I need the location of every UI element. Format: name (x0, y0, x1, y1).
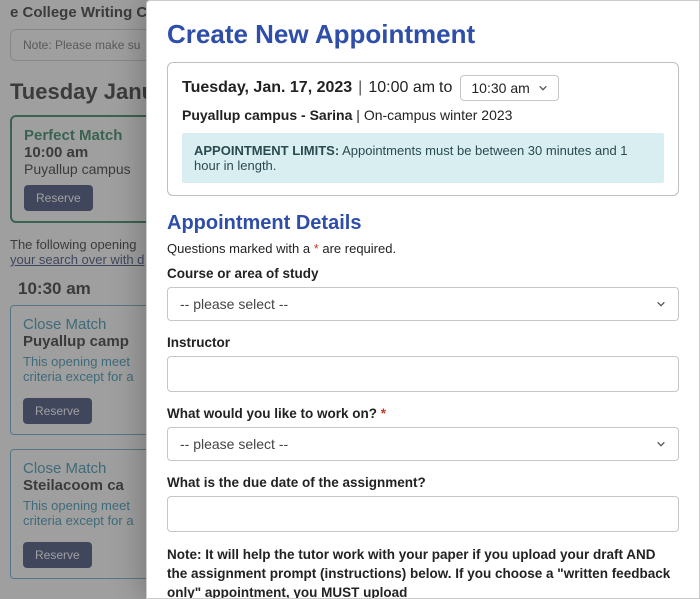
appointment-date: Tuesday, Jan. 17, 2023 (182, 79, 352, 97)
schedule-name: On-campus winter 2023 (364, 107, 513, 123)
date-time-row: Tuesday, Jan. 17, 2023 | 10:00 am to 10:… (182, 75, 664, 101)
work-label: What would you like to work on? * (167, 406, 679, 421)
limits-label: APPOINTMENT LIMITS: (194, 143, 339, 158)
due-date-input[interactable] (167, 496, 679, 532)
instructor-input[interactable] (167, 356, 679, 392)
due-date-field: What is the due date of the assignment? (167, 475, 679, 532)
work-select[interactable]: -- please select -- (167, 427, 679, 461)
end-time-select[interactable]: 10:30 am (460, 75, 558, 101)
appointment-summary-panel: Tuesday, Jan. 17, 2023 | 10:00 am to 10:… (167, 62, 679, 196)
upload-note: Note: It will help the tutor work with y… (167, 546, 679, 599)
work-field: What would you like to work on? * -- ple… (167, 406, 679, 461)
start-time: 10:00 am (368, 79, 435, 97)
upload-field: Note: It will help the tutor work with y… (167, 546, 679, 599)
course-select[interactable]: -- please select -- (167, 287, 679, 321)
chevron-down-icon (656, 299, 666, 309)
course-label: Course or area of study (167, 266, 679, 281)
to-label: to (439, 79, 452, 97)
chevron-down-icon (538, 83, 548, 93)
course-field: Course or area of study -- please select… (167, 266, 679, 321)
appointment-limits-banner: APPOINTMENT LIMITS: Appointments must be… (182, 133, 664, 183)
appointment-details-heading: Appointment Details (167, 212, 679, 235)
due-date-label: What is the due date of the assignment? (167, 475, 679, 490)
required-note: Questions marked with a * are required. (167, 241, 679, 256)
instructor-field: Instructor (167, 335, 679, 392)
location-row: Puyallup campus - Sarina | On-campus win… (182, 107, 664, 123)
location-name: Puyallup campus - Sarina (182, 107, 352, 123)
chevron-down-icon (656, 439, 666, 449)
create-appointment-modal: Create New Appointment Tuesday, Jan. 17,… (146, 0, 700, 599)
end-time-value: 10:30 am (471, 80, 529, 96)
instructor-label: Instructor (167, 335, 679, 350)
modal-title: Create New Appointment (167, 19, 679, 50)
